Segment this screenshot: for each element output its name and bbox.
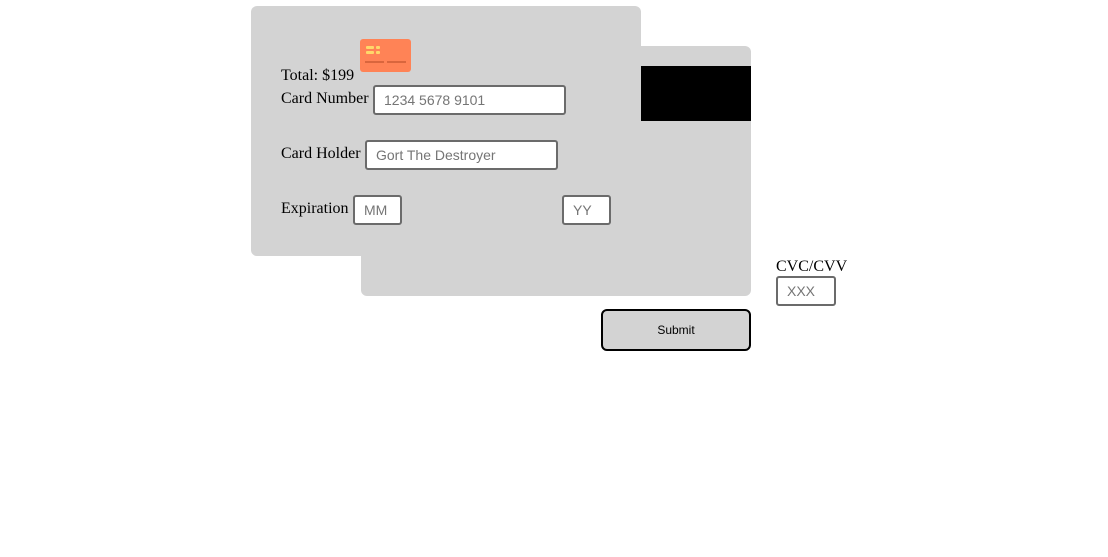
- total-amount: Total: $199: [281, 67, 355, 84]
- card-number-label: Card Number: [281, 90, 369, 107]
- card-holder-input[interactable]: [365, 140, 558, 170]
- credit-card-icon: [360, 39, 411, 72]
- card-front: Total: $199 Card Number Card Holder Expi…: [251, 6, 641, 256]
- expiration-month-input[interactable]: [353, 195, 402, 225]
- card-number-input[interactable]: [373, 85, 566, 115]
- card-holder-label: Card Holder: [281, 145, 361, 162]
- cvc-input[interactable]: [776, 276, 836, 306]
- magnetic-stripe: [641, 66, 751, 121]
- expiration-year-input[interactable]: [562, 195, 611, 225]
- cvc-label: CVC/CVV: [776, 258, 848, 275]
- submit-button[interactable]: Submit: [601, 309, 751, 351]
- expiration-label: Expiration: [281, 200, 349, 217]
- payment-form: Total: $199 Card Number Card Holder Expi…: [0, 0, 1108, 557]
